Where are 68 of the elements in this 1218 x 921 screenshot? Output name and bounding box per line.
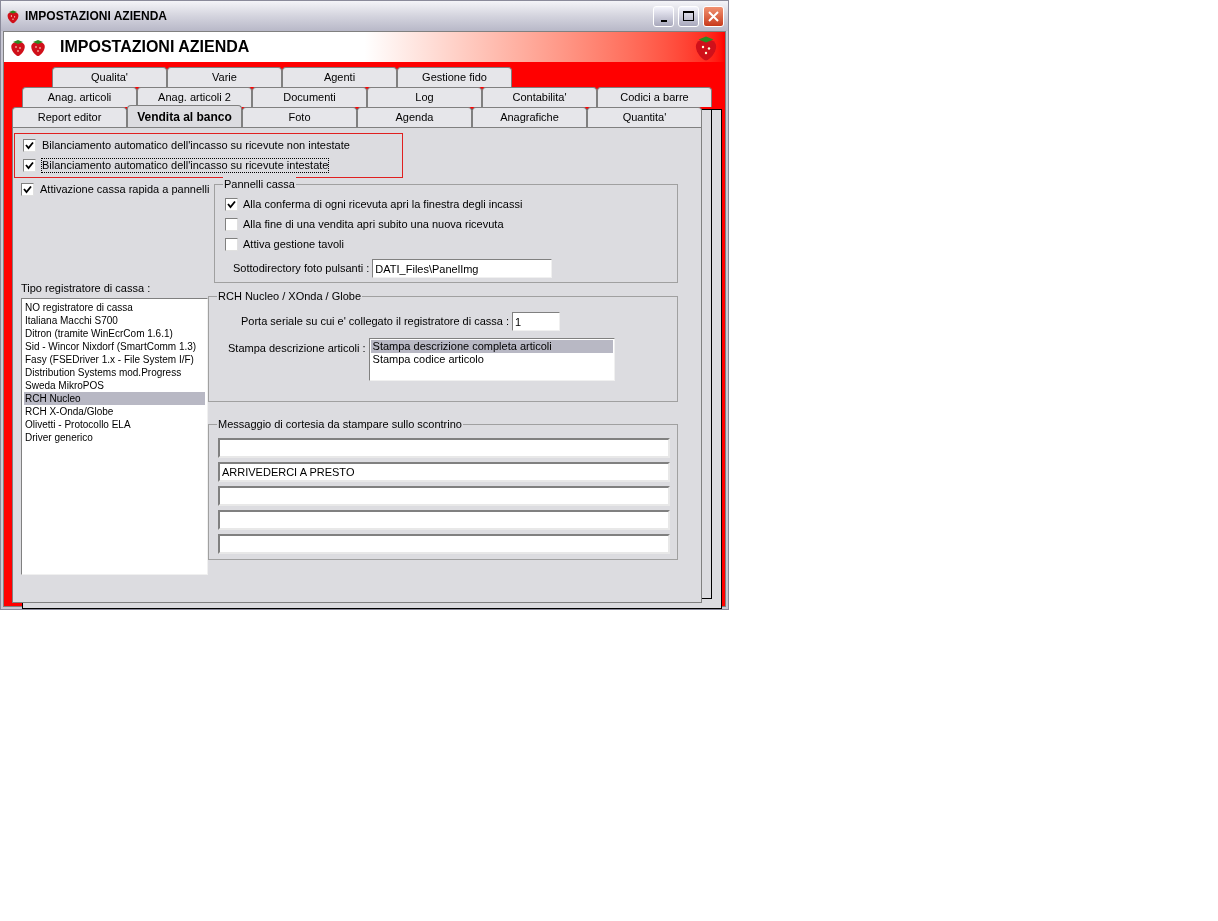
register-list[interactable] [21,298,208,575]
close-icon [708,10,719,22]
maximize-icon [683,11,694,21]
header-title: IMPOSTAZIONI AZIENDA [60,37,251,57]
list-item[interactable]: RCH X-Onda/Globe [24,405,205,418]
checkbox-label: Attivazione cassa rapida a pannelli [40,181,210,197]
window-title: IMPOSTAZIONI AZIENDA [25,8,168,25]
tab[interactable]: Qualita' [52,67,167,87]
checkbox[interactable] [21,182,34,196]
strawberry-icon [8,37,28,57]
checkbox-label: Bilanciamento automatico dell'incasso su ricevute non intestate [42,139,350,152]
input-field[interactable] [218,534,670,554]
tab[interactable]: Quantita' [587,107,702,127]
list-item[interactable]: Stampa descrizione completa articoli [370,340,613,353]
maximize-button[interactable] [678,5,699,27]
checkbox[interactable] [23,139,36,152]
list-item[interactable]: Distribution Systems mod.Progress [24,366,205,379]
list-item[interactable]: RCH Nucleo [24,392,205,405]
tab[interactable]: Log [367,87,482,107]
tab[interactable]: Vendita al banco [127,105,242,127]
checkbox-label: Attiva gestione tavoli [243,237,344,253]
tab[interactable]: Anagrafiche [472,107,587,127]
list-item[interactable]: Fasy (FSEDriver 1.x - File System I/F) [24,353,205,366]
input-field[interactable] [218,486,670,506]
tab[interactable]: Foto [242,107,357,127]
list-item[interactable]: Sweda MikroPOS [24,379,205,392]
input-field[interactable]: ARRIVEDERCI A PRESTO [218,462,670,482]
group-title: RCH Nucleo / XOnda / Globe [217,289,363,303]
list-item[interactable]: Olivetti - Protocollo ELA [24,418,205,431]
list-item[interactable]: Ditron (tramite WinEcrCom 1.6.1) [24,327,205,340]
list-item[interactable]: NO registratore di cassa [24,301,205,314]
minimize-icon [660,19,667,22]
tab[interactable]: Report editor [12,107,127,127]
group-title: Messaggio di cortesia da stampare sullo scontrino [217,417,463,431]
minimize-button[interactable] [653,5,674,27]
tab[interactable]: Anag. articoli [22,87,137,107]
list-item[interactable]: Driver generico [24,431,205,444]
checkbox[interactable] [23,159,36,172]
tab[interactable]: Documenti [252,87,367,107]
field-label: Sottodirectory foto pulsanti : [233,261,370,277]
strawberry-icon [28,37,48,57]
list-item[interactable]: Italiana Macchi S700 [24,314,205,327]
print-option-list[interactable]: Stampa descrizione completa articoli Stampa codice articolo [368,338,615,381]
tab[interactable]: Agenda [357,107,472,127]
checkbox-label: Alla fine di una vendita apri subito una nuova ricevuta [243,217,504,233]
input-field[interactable]: DATI_Files\PanelImg [372,259,553,278]
tab[interactable]: Anag. articoli 2 [137,87,252,107]
list-item[interactable]: Sid - Wincor Nixdorf (SmartComm 1.3) [24,340,205,353]
tab[interactable]: Agenti [282,67,397,87]
tab[interactable]: Codici a barre [597,87,712,107]
tab[interactable]: Varie [167,67,282,87]
checkbox-label: Alla conferma di ogni ricevuta apri la finestra degli incassi [243,197,523,213]
input-field[interactable]: 1 [512,312,561,331]
list-label: Tipo registratore di cassa : [21,281,152,295]
checkbox[interactable] [225,218,238,231]
checkbox[interactable] [225,198,238,211]
group-title: Pannelli cassa [223,177,296,191]
strawberry-icon [5,8,21,24]
input-field[interactable] [218,510,670,530]
checkbox-label: Bilanciamento automatico dell'incasso su ricevute intestate [42,159,329,172]
field-label: Stampa descrizione articoli : [228,341,366,356]
checkbox[interactable] [225,238,238,251]
field-label: Porta seriale su cui e' collegato il registratore di cassa : [241,314,510,330]
close-button[interactable] [703,5,724,27]
input-field[interactable] [218,438,670,458]
tab[interactable]: Contabilita' [482,87,597,107]
list-item[interactable]: Stampa codice articolo [370,353,613,366]
tab[interactable]: Gestione fido [397,67,512,87]
